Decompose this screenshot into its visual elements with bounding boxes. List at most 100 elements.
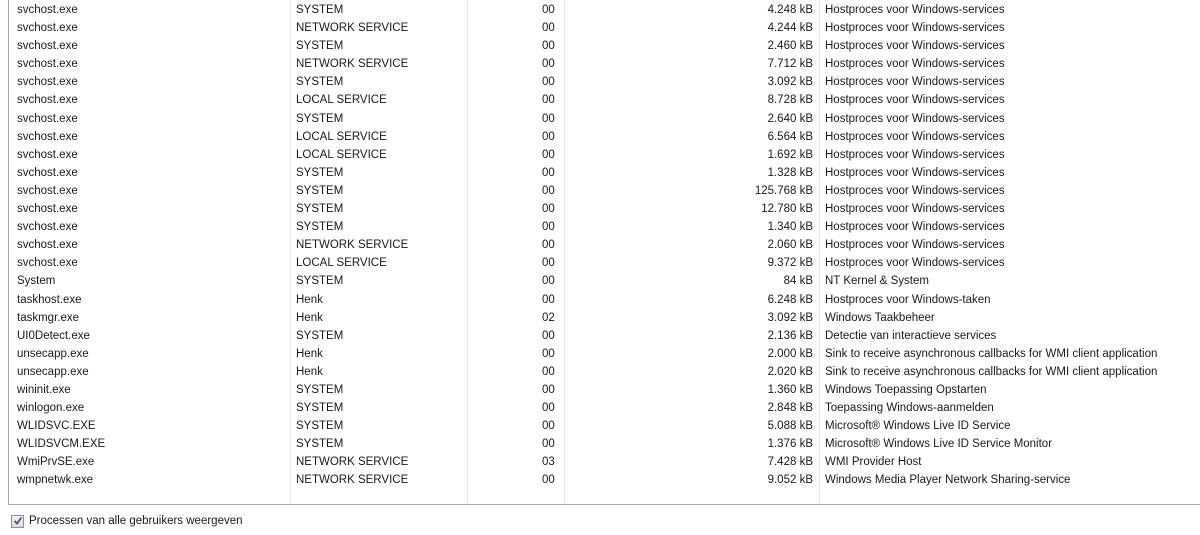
process-user: NETWORK SERVICE (296, 456, 409, 469)
process-user: SYSTEM (296, 203, 344, 216)
show-all-users-label[interactable]: Processen van alle gebruikers weergeven (29, 515, 243, 527)
process-cpu: 00 (542, 94, 555, 107)
process-description: Hostproces voor Windows-services (825, 58, 1005, 71)
checkmark-icon (13, 516, 23, 525)
table-row[interactable]: winlogon.exe SYSTEM 00 2.848 kB Toepassing W… (9, 399, 1200, 417)
process-description: Hostproces voor Windows-services (825, 4, 1005, 16)
process-name: svchost.exe (17, 130, 78, 143)
table-row[interactable]: taskmgr.exe Henk 02 3.092 kB Windows Taakbeh… (9, 309, 1200, 327)
process-cpu: 00 (542, 76, 555, 89)
process-description: Toepassing Windows-aanmelden (825, 402, 994, 415)
process-name: svchost.exe (17, 58, 78, 71)
process-cpu: 02 (542, 311, 555, 324)
process-memory: 7.712 kB (767, 58, 813, 71)
table-row[interactable]: wmpnetwk.exe NETWORK SERVICE 00 9.052 kB Win… (9, 471, 1200, 489)
table-row[interactable]: svchost.exe SYSTEM 00 1.328 kB Hostproces vo… (9, 164, 1200, 182)
process-memory: 7.428 kB (767, 456, 813, 469)
table-row[interactable]: svchost.exe SYSTEM 00 12.780 kB Hostproces v… (9, 200, 1200, 218)
process-name: unsecapp.exe (17, 347, 89, 360)
process-description: Hostproces voor Windows-services (825, 76, 1005, 89)
process-user: SYSTEM (296, 4, 344, 16)
table-row[interactable]: WLIDSVCM.EXE SYSTEM 00 1.376 kB Microsoft® W… (9, 435, 1200, 453)
process-cpu: 00 (542, 22, 555, 35)
show-all-users-option[interactable]: Processen van alle gebruikers weergeven (11, 513, 243, 529)
process-cpu: 00 (542, 365, 555, 378)
table-row[interactable]: svchost.exe LOCAL SERVICE 00 9.372 kB Hostpr… (9, 254, 1200, 272)
process-memory: 2.640 kB (767, 112, 813, 125)
process-description: Hostproces voor Windows-services (825, 184, 1005, 197)
process-memory: 1.692 kB (767, 148, 813, 161)
process-user: SYSTEM (296, 402, 344, 415)
process-memory: 125.768 kB (754, 184, 813, 197)
process-cpu: 00 (542, 4, 555, 16)
process-memory: 4.248 kB (767, 4, 813, 16)
table-row[interactable]: svchost.exe LOCAL SERVICE 00 8.728 kB Hostpr… (9, 91, 1200, 109)
table-row[interactable]: unsecapp.exe Henk 00 2.020 kB Sink to receiv… (9, 363, 1200, 381)
process-memory: 9.052 kB (767, 474, 813, 487)
table-row[interactable]: svchost.exe SYSTEM 00 2.460 kB Hostproces vo… (9, 37, 1200, 55)
process-name: svchost.exe (17, 221, 78, 234)
table-row[interactable]: svchost.exe LOCAL SERVICE 00 6.564 kB Hostpr… (9, 128, 1200, 146)
process-cpu: 00 (542, 58, 555, 71)
process-description: Hostproces voor Windows-services (825, 112, 1005, 125)
process-description: Detectie van interactieve services (825, 329, 997, 342)
process-user: LOCAL SERVICE (296, 257, 387, 270)
show-all-users-checkbox[interactable] (11, 514, 24, 528)
table-row[interactable]: WmiPrvSE.exe NETWORK SERVICE 03 7.428 kB WMI… (9, 453, 1200, 471)
process-user: Henk (296, 365, 323, 378)
process-name: System (17, 275, 56, 288)
process-name: winlogon.exe (17, 402, 85, 415)
process-user: SYSTEM (296, 112, 344, 125)
process-name: UI0Detect.exe (17, 329, 90, 342)
process-cpu: 00 (542, 329, 555, 342)
table-row[interactable]: svchost.exe SYSTEM 00 2.640 kB Hostproces vo… (9, 110, 1200, 128)
process-description: Hostproces voor Windows-taken (825, 293, 991, 306)
process-memory: 3.092 kB (767, 311, 813, 324)
process-description: Windows Taakbeheer (825, 311, 935, 324)
process-name: svchost.exe (17, 94, 78, 107)
process-user: Henk (296, 293, 323, 306)
process-memory: 2.020 kB (767, 365, 813, 378)
table-row[interactable]: svchost.exe SYSTEM 00 4.248 kB Hostproces vo… (9, 1, 1200, 19)
process-description: Hostproces voor Windows-services (825, 257, 1005, 270)
process-description: Windows Media Player Network Sharing-ser… (825, 474, 1071, 487)
process-description: Sink to receive asynchronous callbacks f… (825, 347, 1158, 360)
table-row[interactable]: svchost.exe SYSTEM 00 1.340 kB Hostproces vo… (9, 218, 1200, 236)
table-row[interactable]: svchost.exe SYSTEM 00 125.768 kB Hostproces … (9, 182, 1200, 200)
process-user: SYSTEM (296, 438, 344, 451)
process-user: Henk (296, 347, 323, 360)
process-memory: 9.372 kB (767, 257, 813, 270)
process-name: svchost.exe (17, 76, 78, 89)
process-description: Hostproces voor Windows-services (825, 94, 1005, 107)
table-row[interactable]: svchost.exe LOCAL SERVICE 00 1.692 kB Hostpr… (9, 146, 1200, 164)
table-row[interactable]: svchost.exe NETWORK SERVICE 00 4.244 kB Host… (9, 19, 1200, 37)
process-user: SYSTEM (296, 166, 344, 179)
process-name: svchost.exe (17, 184, 78, 197)
table-row[interactable]: svchost.exe SYSTEM 00 3.092 kB Hostproces vo… (9, 73, 1200, 91)
process-cpu: 00 (542, 148, 555, 161)
process-memory: 1.328 kB (767, 166, 813, 179)
table-row[interactable]: svchost.exe NETWORK SERVICE 00 7.712 kB Host… (9, 55, 1200, 73)
process-memory: 2.000 kB (767, 347, 813, 360)
table-row[interactable]: svchost.exe NETWORK SERVICE 00 2.060 kB Host… (9, 236, 1200, 254)
process-cpu: 00 (542, 221, 555, 234)
table-row[interactable]: WLIDSVC.EXE SYSTEM 00 5.088 kB Microsoft® Wi… (9, 417, 1200, 435)
table-row[interactable]: System SYSTEM 00 84 kB NT Kernel & System (9, 272, 1200, 290)
table-row[interactable]: UI0Detect.exe SYSTEM 00 2.136 kB Detectie va… (9, 327, 1200, 345)
process-memory: 1.360 kB (767, 383, 813, 396)
table-row[interactable]: taskhost.exe Henk 00 6.248 kB Hostproces voo… (9, 291, 1200, 309)
process-cpu: 00 (542, 257, 555, 270)
process-name: svchost.exe (17, 203, 78, 216)
process-description: Hostproces voor Windows-services (825, 203, 1005, 216)
process-user: LOCAL SERVICE (296, 148, 387, 161)
process-name: unsecapp.exe (17, 365, 89, 378)
process-user: SYSTEM (296, 383, 344, 396)
process-description: NT Kernel & System (825, 275, 929, 288)
table-row[interactable]: unsecapp.exe Henk 00 2.000 kB Sink to receiv… (9, 345, 1200, 363)
table-row[interactable]: wininit.exe SYSTEM 00 1.360 kB Windows Toepa… (9, 381, 1200, 399)
process-name: WLIDSVC.EXE (17, 420, 96, 433)
process-cpu: 00 (542, 130, 555, 143)
process-list[interactable]: svchost.exe SYSTEM 00 4.248 kB Hostproces vo… (8, 0, 1200, 505)
process-description: Hostproces voor Windows-services (825, 130, 1005, 143)
process-cpu: 00 (542, 40, 555, 53)
